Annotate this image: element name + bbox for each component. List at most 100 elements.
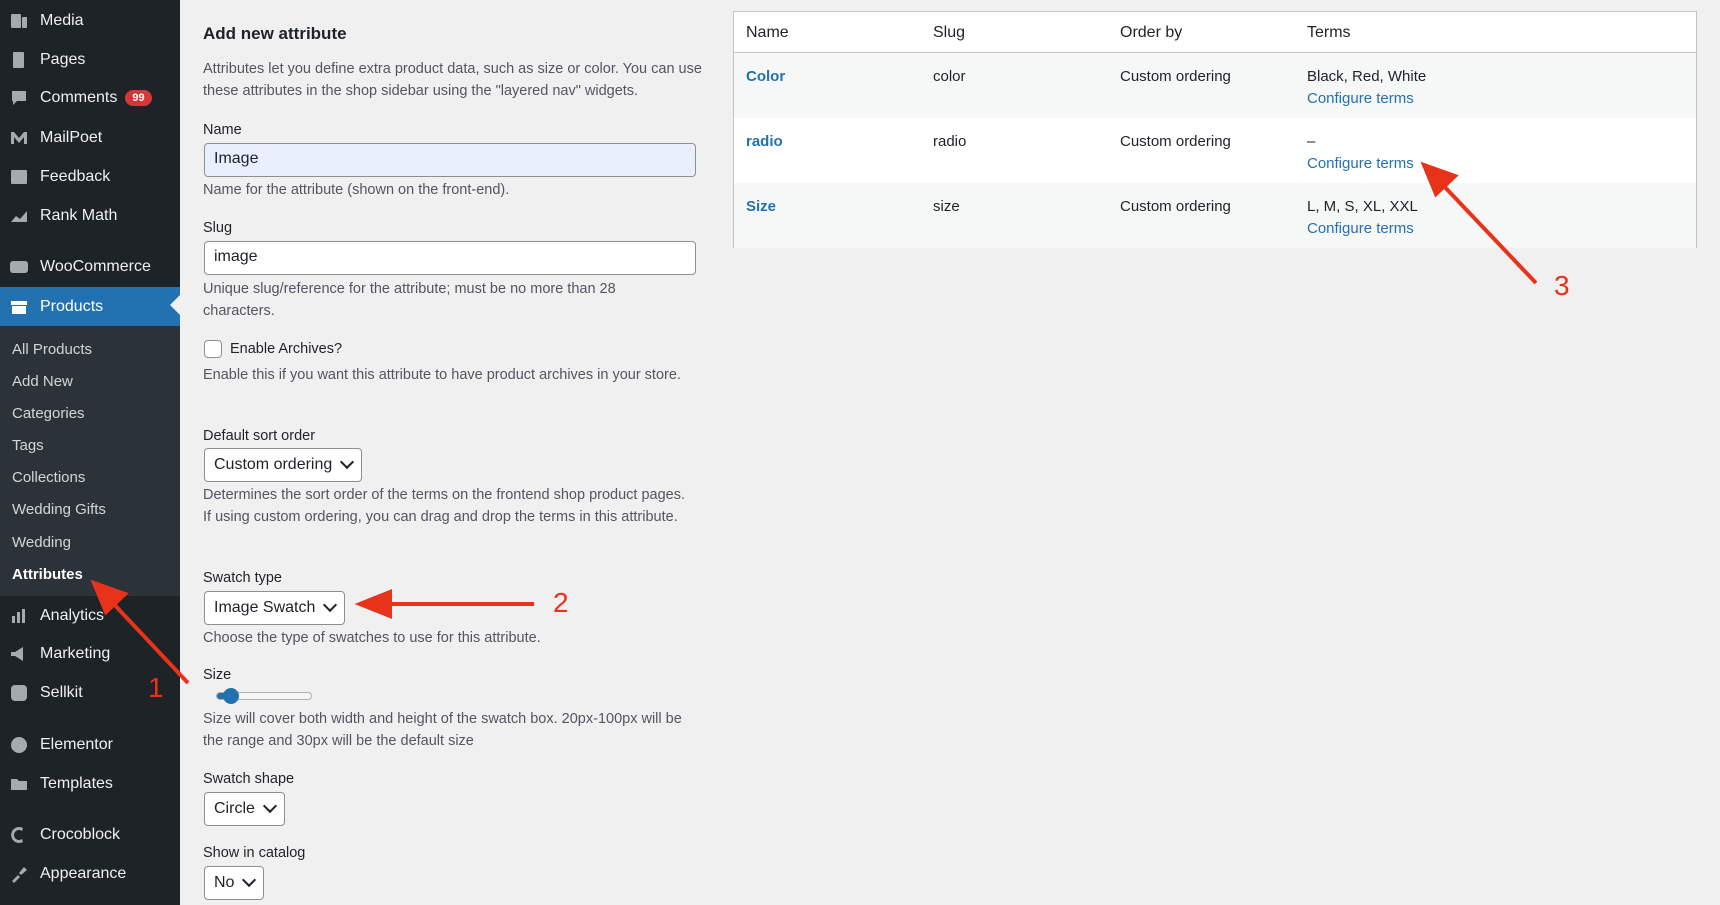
sidebar-item-comments[interactable]: Comments 99 <box>0 80 180 116</box>
chevron-down-icon <box>340 454 355 470</box>
name-label: Name <box>203 122 242 138</box>
configure-terms-link[interactable]: Configure terms <box>1307 90 1414 107</box>
annotation-label-3: 3 <box>1554 270 1570 301</box>
chevron-down-icon <box>323 597 338 613</box>
name-help: Name for the attribute (shown on the fro… <box>203 182 510 198</box>
sidebar-item-feedback[interactable]: Feedback <box>0 159 180 195</box>
sort-order-label: Default sort order <box>203 428 316 444</box>
sidebar-item-label: Products <box>40 298 104 315</box>
sidebar-item-label: Marketing <box>40 645 111 662</box>
table-row: Size size Custom ordering L, M, S, XL, X… <box>734 183 1696 248</box>
chevron-down-icon <box>242 872 257 888</box>
sidebar-item-label: Media <box>40 12 84 29</box>
media-icon <box>8 10 30 32</box>
show-in-catalog-label: Show in catalog <box>203 845 306 861</box>
elementor-icon <box>8 734 30 756</box>
attributes-table: Name Slug Order by Terms Color color Cus… <box>733 11 1697 248</box>
column-header-terms: Terms <box>1307 24 1351 41</box>
submenu-item-collections[interactable]: Collections <box>12 469 85 486</box>
submenu-item-add-new[interactable]: Add New <box>12 373 73 390</box>
submenu-item-categories[interactable]: Categories <box>12 405 85 422</box>
slug-label: Slug <box>203 220 233 236</box>
crocoblock-icon <box>8 824 30 846</box>
size-help: Size will cover both width and height of… <box>203 711 682 749</box>
add-attribute-form: Add new attribute Attributes let you def… <box>180 0 720 905</box>
attribute-name-link[interactable]: Size <box>746 198 776 215</box>
comment-count-badge: 99 <box>125 90 152 106</box>
sidebar-item-media[interactable]: Media <box>0 3 180 39</box>
attribute-slug: color <box>933 68 966 85</box>
sidebar-item-woocommerce[interactable]: WooCommerce <box>0 249 180 285</box>
show-in-catalog-value: No <box>214 874 235 891</box>
sidebar-item-appearance[interactable]: Appearance <box>0 856 180 892</box>
marketing-icon <box>8 643 30 665</box>
annotation-label-1: 1 <box>148 672 164 703</box>
submenu-item-attributes[interactable]: Attributes <box>12 566 83 583</box>
swatch-type-select[interactable]: Image Swatch <box>204 591 346 625</box>
sidebar-item-label: Comments <box>40 89 118 106</box>
sidebar-item-rank-math[interactable]: Rank Math <box>0 198 180 234</box>
attribute-order-by: Custom ordering <box>1120 198 1231 215</box>
attribute-terms: – <box>1307 133 1316 150</box>
sidebar-item-label: Appearance <box>40 865 127 882</box>
attribute-name-link[interactable]: radio <box>746 133 783 150</box>
submenu-item-wedding[interactable]: Wedding <box>12 534 71 551</box>
admin-sidebar: Media Pages Comments 99 MailPoet Feedbac… <box>0 0 180 905</box>
form-intro: Attributes let you define extra product … <box>203 61 702 99</box>
attribute-terms: L, M, S, XL, XXL <box>1307 198 1418 215</box>
sidebar-item-label: MailPoet <box>40 129 103 146</box>
attribute-order-by: Custom ordering <box>1120 68 1231 85</box>
rank-math-icon <box>8 205 30 227</box>
table-row: radio radio Custom ordering – Configure … <box>734 118 1696 183</box>
attribute-terms: Black, Red, White <box>1307 68 1427 85</box>
sidebar-item-crocoblock[interactable]: Crocoblock <box>0 817 180 853</box>
sidebar-item-label: Templates <box>40 775 113 792</box>
name-input[interactable]: Image <box>204 143 696 177</box>
configure-terms-link[interactable]: Configure terms <box>1307 155 1414 172</box>
swatch-shape-select[interactable]: Circle <box>204 792 285 826</box>
chevron-down-icon <box>262 798 277 814</box>
attribute-order-by: Custom ordering <box>1120 133 1231 150</box>
size-label: Size <box>203 667 232 683</box>
pages-icon <box>8 49 30 71</box>
sidebar-item-label: Elementor <box>40 736 113 753</box>
sidebar-item-products[interactable]: Products <box>0 287 180 327</box>
slug-input[interactable]: image <box>204 241 696 275</box>
column-header-name: Name <box>746 24 789 41</box>
comments-icon <box>8 87 30 109</box>
sidebar-item-pages[interactable]: Pages <box>0 42 180 78</box>
enable-archives-help: Enable this if you want this attribute t… <box>203 367 681 383</box>
sidebar-item-templates[interactable]: Templates <box>0 766 180 802</box>
table-row: Color color Custom ordering Black, Red, … <box>734 53 1696 118</box>
products-icon <box>8 296 30 318</box>
submenu-item-all-products[interactable]: All Products <box>12 341 92 358</box>
sidebar-item-elementor[interactable]: Elementor <box>0 727 180 763</box>
annotation-label-2: 2 <box>553 587 569 618</box>
show-in-catalog-select[interactable]: No <box>204 866 265 900</box>
column-header-order-by: Order by <box>1120 24 1183 41</box>
sidebar-item-label: Feedback <box>40 168 111 185</box>
mailpoet-icon <box>8 127 30 149</box>
sidebar-item-label: Rank Math <box>40 207 118 224</box>
sidebar-item-analytics[interactable]: Analytics <box>0 598 180 634</box>
sidebar-item-mailpoet[interactable]: MailPoet <box>0 120 180 156</box>
sidebar-item-label: Crocoblock <box>40 826 121 843</box>
swatch-type-value: Image Swatch <box>214 599 316 616</box>
sidebar-item-label: WooCommerce <box>40 258 151 275</box>
form-heading: Add new attribute <box>203 24 347 43</box>
sort-order-select[interactable]: Custom ordering <box>204 448 363 482</box>
attribute-name-link[interactable]: Color <box>746 68 785 85</box>
sidebar-item-marketing[interactable]: Marketing <box>0 636 180 672</box>
swatch-shape-value: Circle <box>214 800 255 817</box>
size-slider-thumb[interactable] <box>223 688 240 704</box>
slug-help: Unique slug/reference for the attribute;… <box>203 281 616 319</box>
submenu-item-tags[interactable]: Tags <box>12 437 44 454</box>
submenu-item-wedding-gifts[interactable]: Wedding Gifts <box>12 501 106 518</box>
enable-archives-checkbox[interactable] <box>204 340 222 358</box>
swatch-shape-label: Swatch shape <box>203 771 295 787</box>
sellkit-icon <box>8 682 30 704</box>
feedback-icon <box>8 166 30 188</box>
configure-terms-link[interactable]: Configure terms <box>1307 220 1414 237</box>
swatch-type-label: Swatch type <box>203 570 282 586</box>
templates-icon <box>8 773 30 795</box>
